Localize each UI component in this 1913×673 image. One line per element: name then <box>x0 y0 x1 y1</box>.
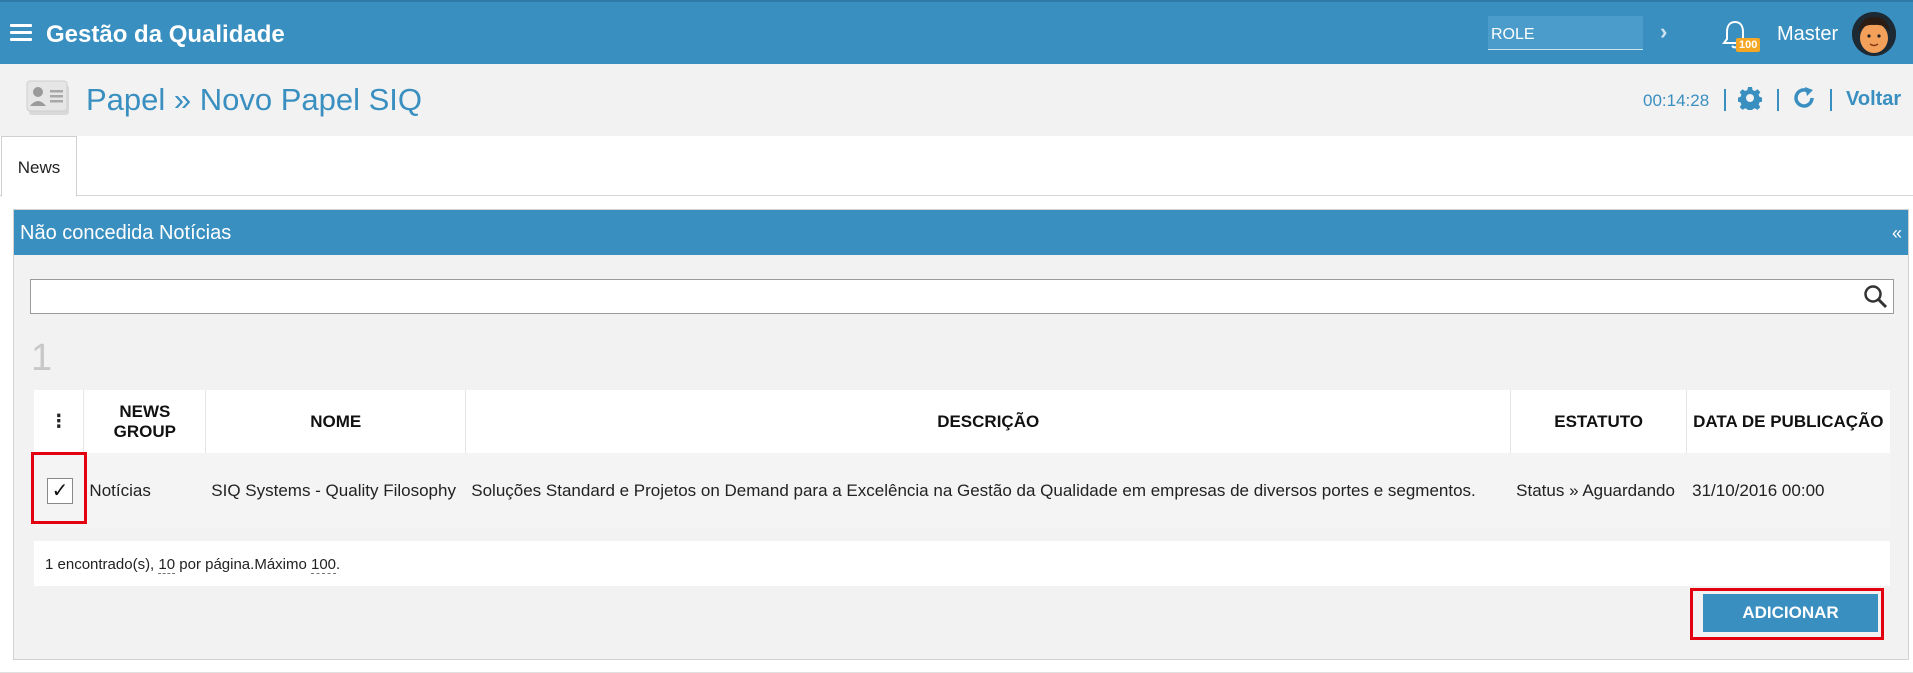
chevron-right-icon[interactable]: › <box>1660 19 1667 45</box>
max-value[interactable]: 100 <box>311 556 337 574</box>
menu-icon[interactable] <box>10 24 32 42</box>
footer-end: . <box>336 556 341 573</box>
cell-news-group: Notícias <box>83 453 207 528</box>
column-options-icon[interactable]: ⋮ <box>34 390 85 453</box>
separator <box>1830 89 1832 111</box>
panel-header: Não concedida Notícias « <box>14 210 1908 255</box>
column-header-descricao[interactable]: DESCRIÇÃO <box>465 390 1512 453</box>
cell-descricao: Soluções Standard e Projetos on Demand p… <box>465 453 1512 528</box>
per-page-value[interactable]: 10 <box>158 556 176 574</box>
session-timer: 00:14:28 <box>1643 91 1710 110</box>
table-header-row: ⋮ NEWS GROUP NOME DESCRIÇÃO ESTATUTO DAT… <box>34 390 1890 453</box>
cell-nome: SIQ Systems - Quality Filosophy <box>205 453 467 528</box>
role-input[interactable] <box>1488 16 1643 50</box>
panel-title: Não concedida Notícias <box>20 222 232 244</box>
collapse-icon[interactable]: « <box>1892 223 1902 244</box>
search-input[interactable] <box>31 280 1851 313</box>
gear-icon[interactable] <box>1738 86 1762 110</box>
column-header-nome[interactable]: NOME <box>205 390 467 453</box>
search-icon[interactable] <box>1863 284 1889 310</box>
avatar-icon <box>1852 12 1896 56</box>
column-header-estatuto[interactable]: ESTATUTO <box>1510 390 1688 453</box>
avatar[interactable] <box>1852 12 1896 56</box>
refresh-icon[interactable] <box>1792 86 1816 110</box>
search-box <box>30 279 1894 314</box>
tab-bar: News <box>0 136 1913 197</box>
notification-badge: 100 <box>1736 38 1761 52</box>
table-row[interactable]: ✓ Notícias SIQ Systems - Quality Filosop… <box>34 453 1890 528</box>
column-header-news-group[interactable]: NEWS GROUP <box>83 390 207 453</box>
separator <box>1777 89 1779 111</box>
add-button-highlight <box>1690 588 1884 640</box>
back-button[interactable]: Voltar <box>1846 88 1901 111</box>
not-granted-news-panel: Não concedida Notícias « 1 ⋮ NEWS GROUP … <box>13 209 1909 660</box>
user-name[interactable]: Master <box>1777 23 1838 46</box>
per-page-text: por página.Máximo <box>175 556 311 573</box>
column-header-data[interactable]: DATA DE PUBLICAÇÃO <box>1686 390 1890 453</box>
separator <box>1724 89 1726 111</box>
app-title: Gestão da Qualidade <box>46 21 285 48</box>
tab-news[interactable]: News <box>1 136 77 197</box>
page-title: Papel » Novo Papel SIQ <box>86 82 423 117</box>
top-bar: Gestão da Qualidade › 100 Master <box>0 0 1913 64</box>
cell-estatuto: Status » Aguardando <box>1510 453 1688 528</box>
result-count: 1 <box>31 337 53 379</box>
page-header: Papel » Novo Papel SIQ 00:14:28 Voltar <box>0 64 1913 136</box>
pagination-info: 1 encontrado(s), 10 por página.Máximo 10… <box>34 541 1890 586</box>
role-card-icon <box>26 80 69 115</box>
checkbox-highlight <box>31 452 87 524</box>
news-table: ⋮ NEWS GROUP NOME DESCRIÇÃO ESTATUTO DAT… <box>34 390 1890 528</box>
cell-data: 31/10/2016 00:00 <box>1686 453 1890 528</box>
found-text: 1 encontrado(s), <box>45 556 159 573</box>
